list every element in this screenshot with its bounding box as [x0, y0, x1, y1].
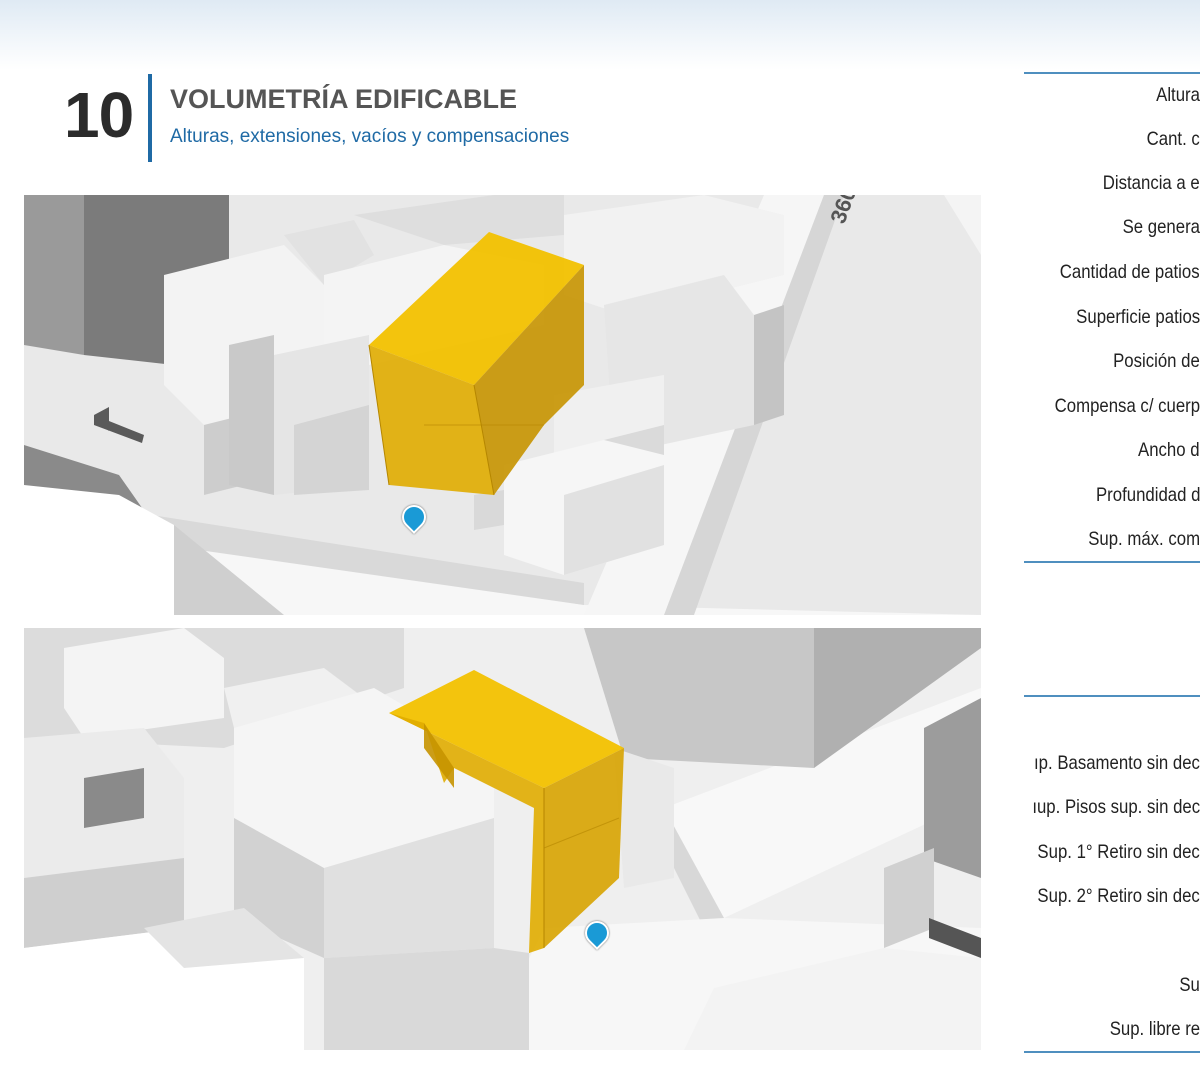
param-label-sup-retiro-2: Sup. 2° Retiro sin dec — [1037, 885, 1200, 907]
param-label-sup-libre: Sup. libre re — [1109, 1018, 1200, 1040]
section-number: 10 — [64, 79, 134, 151]
param-label-ancho: Ancho d — [1138, 439, 1200, 461]
volumetry-3d-scene-top: 360 — [24, 195, 981, 615]
sky-gradient — [0, 0, 1200, 70]
param-label-cantidad-patios: Cantidad de patios — [1060, 261, 1200, 283]
param-label-altura: Altura — [1156, 84, 1200, 106]
param-label-se-genera: Se genera — [1122, 216, 1200, 238]
section-title: VOLUMETRÍA EDIFICABLE — [170, 84, 517, 114]
parameters-panel: Altura Cant. c Distancia a e Se genera C… — [1022, 0, 1200, 1080]
header-divider — [148, 74, 152, 162]
panel-divider-bottom — [1024, 1051, 1200, 1053]
param-label-sup-retiro-1: Sup. 1° Retiro sin dec — [1037, 841, 1200, 863]
param-label-cantidad: Cant. c — [1146, 128, 1200, 150]
param-label-sup-pisos: ıup. Pisos sup. sin dec — [1032, 796, 1200, 818]
param-label-profundidad: Profundidad d — [1095, 484, 1200, 506]
param-label-distancia: Distancia a e — [1103, 172, 1200, 194]
param-label-superficie-patios: Superficie patios — [1076, 306, 1200, 328]
param-label-compensa: Compensa c/ cuerp — [1054, 395, 1200, 417]
panel-divider-middle — [1024, 561, 1200, 563]
volumetry-view-bottom[interactable] — [24, 628, 981, 1050]
volumetry-view-top[interactable]: 360 — [24, 195, 981, 615]
panel-divider-top — [1024, 72, 1200, 74]
param-label-posicion: Posición de — [1113, 350, 1200, 372]
param-label-sup-maxima: Sup. máx. com — [1088, 528, 1200, 550]
panel-divider-lower — [1024, 695, 1200, 697]
section-subtitle: Alturas, extensiones, vacíos y compensac… — [170, 126, 570, 147]
param-label-su: Su — [1179, 974, 1200, 996]
param-label-sup-basamento: ıp. Basamento sin dec — [1034, 752, 1200, 774]
volumetry-3d-scene-bottom — [24, 628, 981, 1050]
